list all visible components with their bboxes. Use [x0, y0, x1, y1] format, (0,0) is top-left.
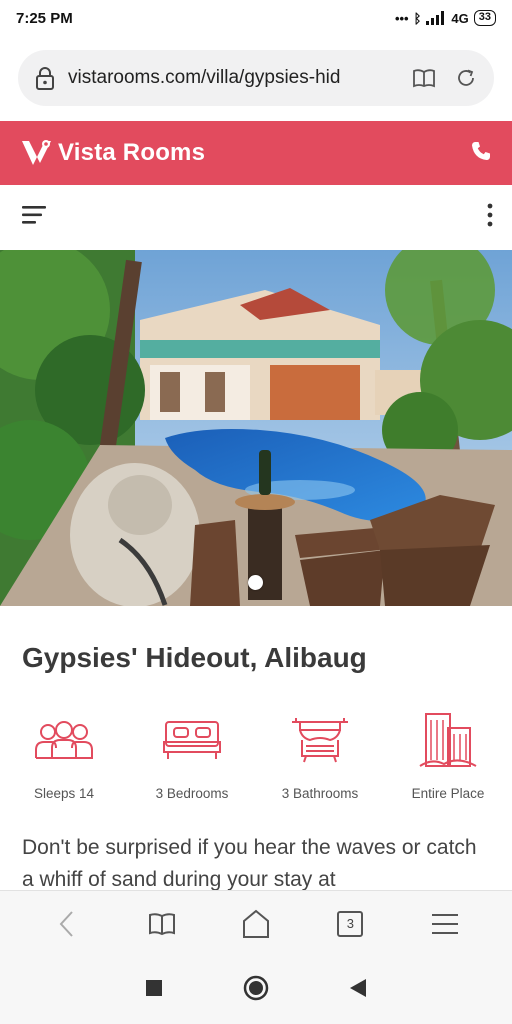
vertical-dots-icon — [487, 203, 493, 226]
reload-icon — [458, 69, 474, 86]
lock-icon — [36, 67, 54, 90]
more-dots-icon: ••• — [394, 10, 409, 26]
back-button[interactable] — [43, 900, 91, 948]
system-back-button[interactable] — [349, 978, 367, 1003]
carousel-indicator[interactable] — [248, 575, 263, 590]
menu-icon — [431, 913, 458, 934]
status-time: 7:25 PM — [16, 9, 73, 27]
amenity-label: Sleeps 14 — [33, 786, 95, 801]
system-home-button[interactable] — [243, 975, 269, 1006]
status-indicators: ••• ᛒ 4G 33 — [395, 10, 496, 26]
vista-logo-icon — [22, 140, 51, 165]
browser-menu-button[interactable] — [421, 900, 469, 948]
battery-level: 33 — [478, 11, 491, 23]
brand-logo[interactable]: Vista Rooms — [20, 138, 205, 168]
tabs-button[interactable]: 3 — [326, 900, 374, 948]
home-button[interactable] — [232, 900, 280, 948]
square-icon — [146, 979, 162, 996]
bookmarks-button[interactable] — [138, 900, 186, 948]
brand-name: Vista Rooms — [58, 139, 206, 166]
phone-icon — [472, 141, 490, 160]
site-header: Vista Rooms — [0, 121, 512, 185]
status-bar: 7:25 PM ••• ᛒ 4G 33 — [0, 0, 512, 36]
more-options-button[interactable] — [486, 203, 494, 232]
bluetooth-icon: ᛒ — [413, 10, 422, 26]
triangle-back-icon — [350, 978, 366, 997]
url-text[interactable]: vistarooms.com/villa/gypsies-hid — [68, 67, 396, 89]
book-icon — [413, 69, 435, 88]
building-icon — [416, 708, 480, 772]
villa-pool-photo — [0, 250, 512, 606]
amenity-bathrooms: 3 Bathrooms — [256, 708, 384, 801]
amenities-row: Sleeps 14 3 Bedrooms 3 Bathrooms Entire … — [0, 708, 512, 801]
amenity-entire-place: Entire Place — [384, 708, 512, 801]
amenity-bedrooms: 3 Bedrooms — [128, 708, 256, 801]
chevron-left-icon — [59, 910, 73, 937]
browser-toolbar: 3 — [0, 890, 512, 956]
property-description: Don't be surprised if you hear the waves… — [22, 836, 477, 890]
address-bar[interactable]: vistarooms.com/villa/gypsies-hid — [18, 50, 494, 106]
amenity-label: Entire Place — [411, 786, 485, 801]
property-title: Gypsies' Hideout, Alibaug — [22, 642, 367, 673]
circle-icon — [243, 975, 269, 1000]
people-icon — [32, 708, 96, 772]
amenity-label: 3 Bathrooms — [281, 786, 359, 801]
bathtub-icon — [288, 708, 352, 772]
call-button[interactable] — [470, 140, 492, 167]
reader-mode-button[interactable] — [410, 64, 438, 92]
home-icon — [242, 909, 269, 938]
book-icon — [148, 912, 175, 935]
battery-icon: 33 — [473, 10, 496, 26]
hamburger-menu-button[interactable] — [22, 204, 48, 231]
amenity-label: 3 Bedrooms — [155, 786, 229, 801]
network-type: 4G — [451, 10, 469, 26]
signal-icon — [426, 11, 445, 25]
tab-count: 3 — [337, 910, 364, 937]
reload-button[interactable] — [452, 64, 480, 92]
hamburger-icon — [22, 205, 46, 224]
amenity-sleeps: Sleeps 14 — [0, 708, 128, 801]
site-nav — [0, 186, 512, 248]
hero-image-carousel[interactable] — [0, 250, 512, 606]
system-navigation-bar — [0, 956, 512, 1024]
bed-icon — [160, 708, 224, 772]
recents-button[interactable] — [145, 979, 163, 1002]
